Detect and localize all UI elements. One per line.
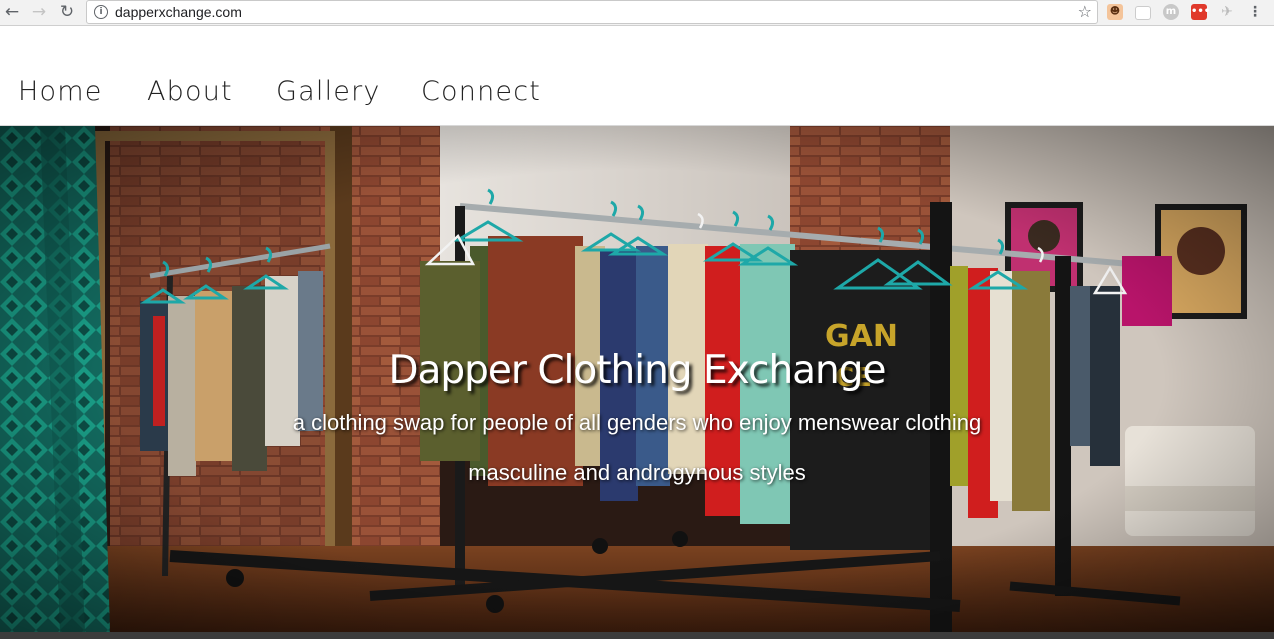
hero-subtitle-line2: masculine and androgynous styles	[468, 460, 806, 485]
extension-dots-icon[interactable]: •••	[1191, 4, 1210, 20]
forward-icon[interactable]: →	[29, 1, 49, 23]
hero-subtitle-line1: a clothing swap for people of all gender…	[292, 410, 982, 435]
hero-section: GAN CE Dapper	[0, 126, 1274, 632]
extension-window-icon[interactable]	[1135, 6, 1151, 20]
extension-face-icon[interactable]: ☻	[1107, 4, 1123, 20]
extension-pin-icon[interactable]: ✈	[1219, 4, 1235, 20]
back-icon[interactable]: ←	[2, 1, 22, 23]
url-text[interactable]: dapperxchange.com	[115, 4, 242, 20]
nav-connect[interactable]: Connect	[421, 76, 541, 107]
nav-home[interactable]: Home	[18, 76, 103, 107]
hero-title: Dapper Clothing Exchange	[388, 348, 886, 393]
nav-gallery[interactable]: Gallery	[276, 76, 381, 107]
bookmark-star-icon[interactable]: ☆	[1078, 2, 1092, 21]
bottom-divider-bar	[0, 632, 1274, 639]
nav-about[interactable]: About	[147, 76, 233, 107]
address-bar[interactable]: i dapperxchange.com ☆	[86, 0, 1098, 24]
reload-icon[interactable]: ↻	[57, 1, 77, 23]
site-navigation: Home About Gallery Connect	[0, 26, 1274, 126]
menu-icon[interactable]: ⋮	[1247, 4, 1263, 20]
info-icon[interactable]: i	[94, 5, 108, 19]
browser-toolbar: ← → ↻ i dapperxchange.com ☆ ☻ m ••• ✈ ⋮	[0, 0, 1274, 26]
extension-m-icon[interactable]: m	[1163, 4, 1179, 20]
